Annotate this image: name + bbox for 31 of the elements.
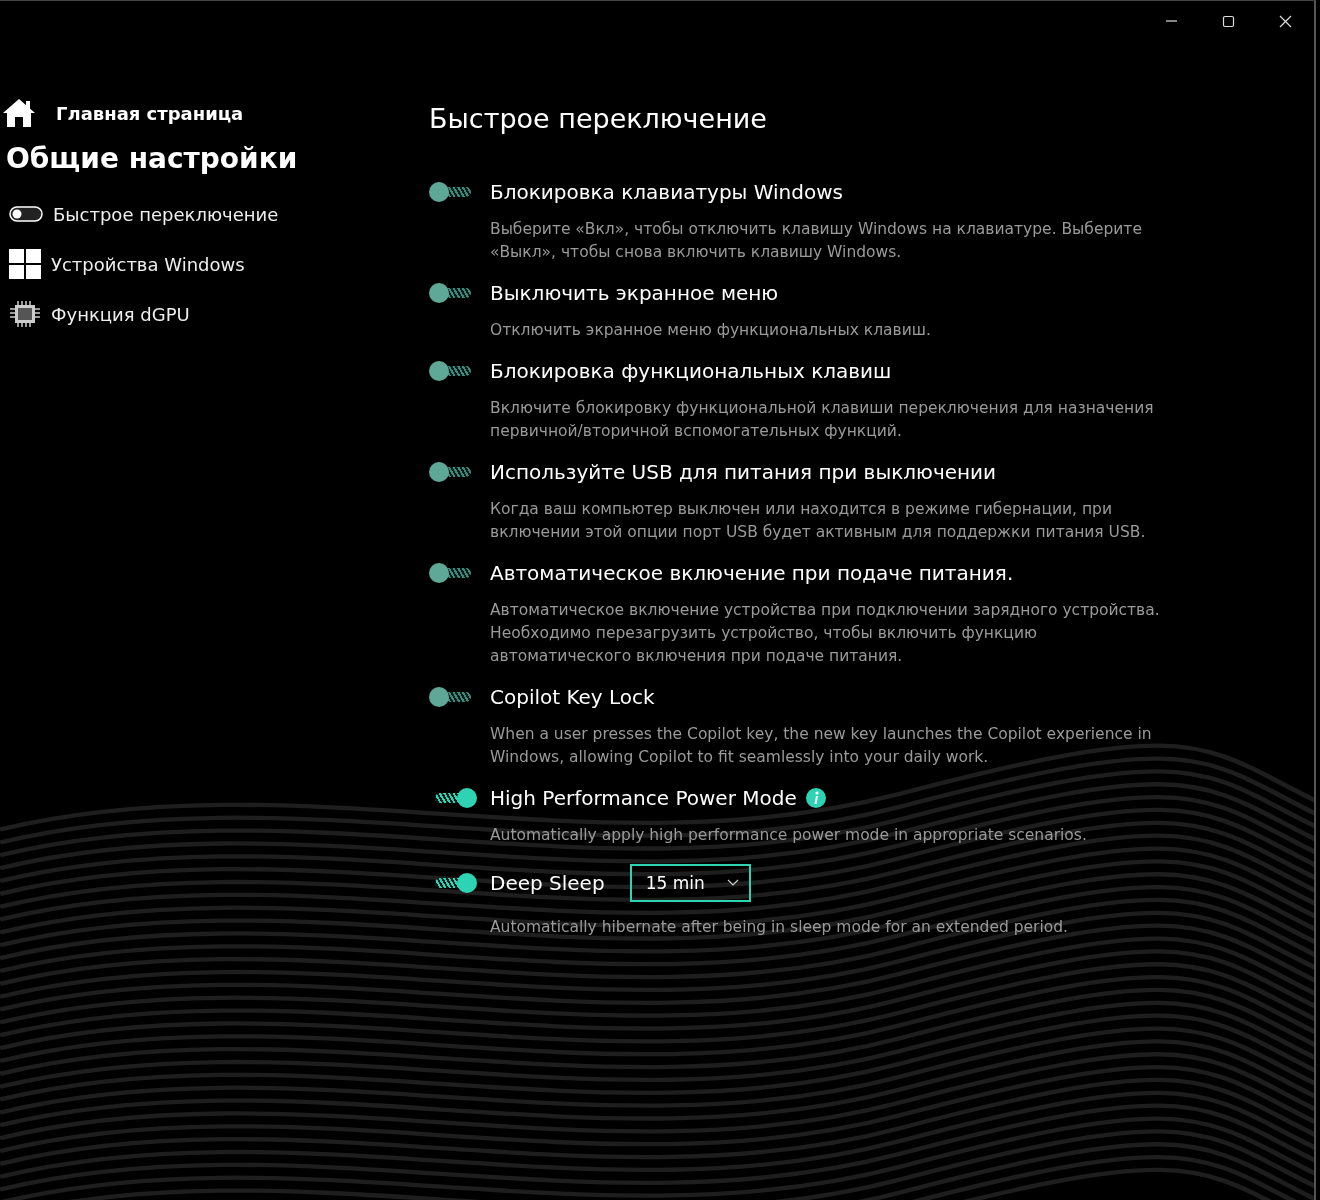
setting-description: Automatically hibernate after being in sleep mode for an extended period.	[490, 917, 1069, 938]
time-dropdown[interactable]: 15 min	[629, 864, 751, 902]
setting-title: Deep Sleep	[490, 871, 605, 895]
setting-description: Включите блокировку функциональной клавиши переключения для назначения первичной/вторичной вспомогательных функций.	[490, 398, 1155, 442]
setting-description: Когда ваш компьютер выключен или находится в режиме гибернации, при включении этой опции порт USB будет активным для поддержки питания USB.	[490, 499, 1147, 543]
chevron-down-icon	[726, 879, 739, 887]
setting-title: Copilot Key Lock	[490, 685, 655, 709]
setting-description: Выберите «Вкл», чтобы отключить клавишу Windows на клавиатуре. Выберите «Выкл», чтобы снова включить клавишу Windows.	[490, 219, 1143, 263]
toggle-icon	[9, 206, 43, 222]
setting-description: Automatically apply high performance power mode in appropriate scenarios.	[490, 825, 1088, 846]
page-title: Быстрое переключение	[429, 103, 767, 134]
setting-title: Используйте USB для питания при выключении	[490, 460, 997, 484]
close-icon	[1279, 14, 1292, 28]
setting-description: When a user presses the Copilot key, the new key launches the Copilot experience in Windows, allowing Copilot to fit seamlessly into your daily work.	[490, 724, 1153, 768]
sidebar-item[interactable]: Быстрое переключение	[0, 189, 285, 239]
section-heading: Общие настройки	[6, 142, 298, 175]
setting-title: High Performance Power Mode	[490, 786, 797, 810]
setting-title: Выключить экранное меню	[490, 281, 779, 305]
home-icon	[2, 98, 36, 128]
home-link[interactable]: Главная страница	[0, 98, 244, 128]
sidebar-item[interactable]: Функция dGPU	[0, 289, 196, 339]
sidebar-item[interactable]: Устройства Windows	[0, 239, 251, 289]
setting-description: Автоматическое включение устройства при подключении зарядного устройства. Необходимо перезагрузить устройство, чтобы включить функцию автоматического включения при подаче питания.	[490, 600, 1161, 667]
setting-title: Блокировка клавиатуры Windows	[490, 180, 843, 204]
setting-title: Автоматическое включение при подаче питания.	[490, 561, 1014, 585]
maximize-icon	[1222, 14, 1235, 28]
setting-title: Блокировка функциональных клавиш	[490, 359, 892, 383]
setting-description: Отключить экранное меню функциональных клавиш.	[490, 320, 932, 341]
chip-icon	[9, 300, 41, 328]
info-icon[interactable]	[804, 787, 827, 809]
windows-logo-icon	[9, 249, 41, 279]
